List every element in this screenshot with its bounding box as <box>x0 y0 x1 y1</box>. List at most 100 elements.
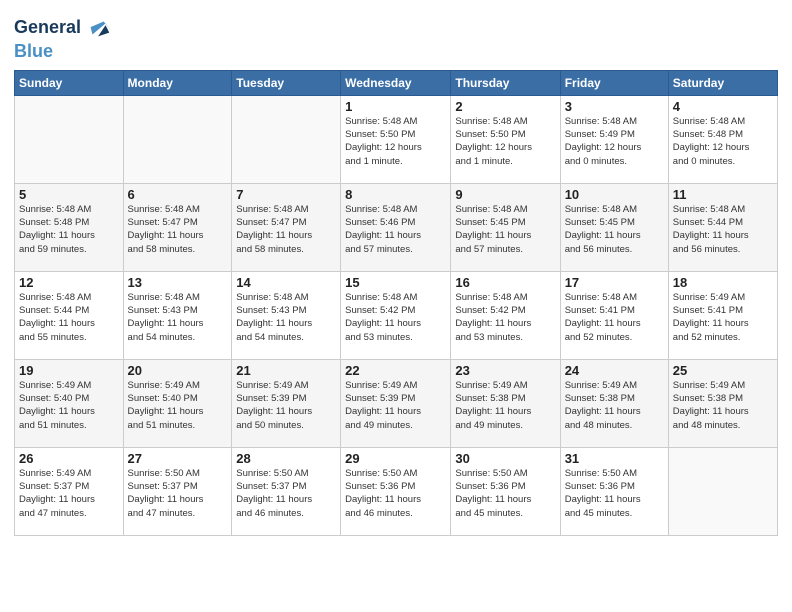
day-info: Sunrise: 5:48 AM Sunset: 5:50 PM Dayligh… <box>455 115 555 168</box>
day-cell: 4Sunrise: 5:48 AM Sunset: 5:48 PM Daylig… <box>668 95 777 183</box>
weekday-friday: Friday <box>560 70 668 95</box>
day-info: Sunrise: 5:48 AM Sunset: 5:42 PM Dayligh… <box>345 291 446 344</box>
day-cell: 22Sunrise: 5:49 AM Sunset: 5:39 PM Dayli… <box>341 359 451 447</box>
day-number: 31 <box>565 451 664 466</box>
logo-blue: Blue <box>14 42 113 62</box>
calendar: SundayMondayTuesdayWednesdayThursdayFrid… <box>14 70 778 536</box>
day-info: Sunrise: 5:48 AM Sunset: 5:49 PM Dayligh… <box>565 115 664 168</box>
day-cell <box>15 95 124 183</box>
weekday-saturday: Saturday <box>668 70 777 95</box>
day-number: 28 <box>236 451 336 466</box>
day-info: Sunrise: 5:48 AM Sunset: 5:41 PM Dayligh… <box>565 291 664 344</box>
day-number: 19 <box>19 363 119 378</box>
weekday-header-row: SundayMondayTuesdayWednesdayThursdayFrid… <box>15 70 778 95</box>
day-cell: 23Sunrise: 5:49 AM Sunset: 5:38 PM Dayli… <box>451 359 560 447</box>
day-info: Sunrise: 5:49 AM Sunset: 5:39 PM Dayligh… <box>236 379 336 432</box>
day-cell: 28Sunrise: 5:50 AM Sunset: 5:37 PM Dayli… <box>232 447 341 535</box>
day-number: 7 <box>236 187 336 202</box>
day-number: 10 <box>565 187 664 202</box>
day-number: 6 <box>128 187 228 202</box>
day-cell: 5Sunrise: 5:48 AM Sunset: 5:48 PM Daylig… <box>15 183 124 271</box>
weekday-tuesday: Tuesday <box>232 70 341 95</box>
day-cell: 25Sunrise: 5:49 AM Sunset: 5:38 PM Dayli… <box>668 359 777 447</box>
day-info: Sunrise: 5:48 AM Sunset: 5:42 PM Dayligh… <box>455 291 555 344</box>
day-cell: 27Sunrise: 5:50 AM Sunset: 5:37 PM Dayli… <box>123 447 232 535</box>
day-info: Sunrise: 5:49 AM Sunset: 5:38 PM Dayligh… <box>673 379 773 432</box>
week-row-1: 5Sunrise: 5:48 AM Sunset: 5:48 PM Daylig… <box>15 183 778 271</box>
day-info: Sunrise: 5:48 AM Sunset: 5:45 PM Dayligh… <box>455 203 555 256</box>
day-cell: 7Sunrise: 5:48 AM Sunset: 5:47 PM Daylig… <box>232 183 341 271</box>
day-cell <box>668 447 777 535</box>
day-info: Sunrise: 5:50 AM Sunset: 5:36 PM Dayligh… <box>455 467 555 520</box>
day-info: Sunrise: 5:48 AM Sunset: 5:44 PM Dayligh… <box>19 291 119 344</box>
day-info: Sunrise: 5:48 AM Sunset: 5:47 PM Dayligh… <box>236 203 336 256</box>
day-info: Sunrise: 5:48 AM Sunset: 5:48 PM Dayligh… <box>19 203 119 256</box>
day-info: Sunrise: 5:49 AM Sunset: 5:39 PM Dayligh… <box>345 379 446 432</box>
day-info: Sunrise: 5:49 AM Sunset: 5:38 PM Dayligh… <box>565 379 664 432</box>
day-info: Sunrise: 5:48 AM Sunset: 5:50 PM Dayligh… <box>345 115 446 168</box>
day-number: 14 <box>236 275 336 290</box>
day-cell: 10Sunrise: 5:48 AM Sunset: 5:45 PM Dayli… <box>560 183 668 271</box>
day-cell: 29Sunrise: 5:50 AM Sunset: 5:36 PM Dayli… <box>341 447 451 535</box>
day-number: 15 <box>345 275 446 290</box>
day-number: 5 <box>19 187 119 202</box>
day-number: 20 <box>128 363 228 378</box>
day-number: 25 <box>673 363 773 378</box>
day-info: Sunrise: 5:48 AM Sunset: 5:44 PM Dayligh… <box>673 203 773 256</box>
week-row-3: 19Sunrise: 5:49 AM Sunset: 5:40 PM Dayli… <box>15 359 778 447</box>
day-info: Sunrise: 5:49 AM Sunset: 5:40 PM Dayligh… <box>19 379 119 432</box>
day-info: Sunrise: 5:48 AM Sunset: 5:48 PM Dayligh… <box>673 115 773 168</box>
day-cell: 8Sunrise: 5:48 AM Sunset: 5:46 PM Daylig… <box>341 183 451 271</box>
day-info: Sunrise: 5:50 AM Sunset: 5:36 PM Dayligh… <box>565 467 664 520</box>
day-number: 3 <box>565 99 664 114</box>
logo-text: General <box>14 18 81 38</box>
day-number: 8 <box>345 187 446 202</box>
day-info: Sunrise: 5:48 AM Sunset: 5:46 PM Dayligh… <box>345 203 446 256</box>
page: General Blue SundayMondayTuesdayWednesda… <box>0 0 792 612</box>
day-cell: 13Sunrise: 5:48 AM Sunset: 5:43 PM Dayli… <box>123 271 232 359</box>
day-cell: 3Sunrise: 5:48 AM Sunset: 5:49 PM Daylig… <box>560 95 668 183</box>
day-cell: 12Sunrise: 5:48 AM Sunset: 5:44 PM Dayli… <box>15 271 124 359</box>
day-cell <box>232 95 341 183</box>
day-cell: 19Sunrise: 5:49 AM Sunset: 5:40 PM Dayli… <box>15 359 124 447</box>
day-number: 16 <box>455 275 555 290</box>
day-number: 21 <box>236 363 336 378</box>
day-info: Sunrise: 5:48 AM Sunset: 5:45 PM Dayligh… <box>565 203 664 256</box>
day-cell <box>123 95 232 183</box>
day-info: Sunrise: 5:50 AM Sunset: 5:36 PM Dayligh… <box>345 467 446 520</box>
day-number: 4 <box>673 99 773 114</box>
day-cell: 9Sunrise: 5:48 AM Sunset: 5:45 PM Daylig… <box>451 183 560 271</box>
weekday-thursday: Thursday <box>451 70 560 95</box>
day-number: 29 <box>345 451 446 466</box>
day-cell: 26Sunrise: 5:49 AM Sunset: 5:37 PM Dayli… <box>15 447 124 535</box>
weekday-sunday: Sunday <box>15 70 124 95</box>
day-info: Sunrise: 5:49 AM Sunset: 5:37 PM Dayligh… <box>19 467 119 520</box>
day-info: Sunrise: 5:48 AM Sunset: 5:43 PM Dayligh… <box>236 291 336 344</box>
day-number: 12 <box>19 275 119 290</box>
logo-icon <box>85 14 113 42</box>
day-info: Sunrise: 5:48 AM Sunset: 5:43 PM Dayligh… <box>128 291 228 344</box>
day-info: Sunrise: 5:49 AM Sunset: 5:40 PM Dayligh… <box>128 379 228 432</box>
day-cell: 30Sunrise: 5:50 AM Sunset: 5:36 PM Dayli… <box>451 447 560 535</box>
day-number: 13 <box>128 275 228 290</box>
day-cell: 31Sunrise: 5:50 AM Sunset: 5:36 PM Dayli… <box>560 447 668 535</box>
day-info: Sunrise: 5:50 AM Sunset: 5:37 PM Dayligh… <box>128 467 228 520</box>
week-row-4: 26Sunrise: 5:49 AM Sunset: 5:37 PM Dayli… <box>15 447 778 535</box>
day-cell: 17Sunrise: 5:48 AM Sunset: 5:41 PM Dayli… <box>560 271 668 359</box>
logo: General Blue <box>14 14 113 62</box>
day-number: 24 <box>565 363 664 378</box>
day-cell: 11Sunrise: 5:48 AM Sunset: 5:44 PM Dayli… <box>668 183 777 271</box>
day-number: 23 <box>455 363 555 378</box>
day-cell: 1Sunrise: 5:48 AM Sunset: 5:50 PM Daylig… <box>341 95 451 183</box>
day-cell: 21Sunrise: 5:49 AM Sunset: 5:39 PM Dayli… <box>232 359 341 447</box>
day-number: 17 <box>565 275 664 290</box>
week-row-2: 12Sunrise: 5:48 AM Sunset: 5:44 PM Dayli… <box>15 271 778 359</box>
weekday-monday: Monday <box>123 70 232 95</box>
day-cell: 6Sunrise: 5:48 AM Sunset: 5:47 PM Daylig… <box>123 183 232 271</box>
day-number: 18 <box>673 275 773 290</box>
day-number: 1 <box>345 99 446 114</box>
day-number: 2 <box>455 99 555 114</box>
day-cell: 14Sunrise: 5:48 AM Sunset: 5:43 PM Dayli… <box>232 271 341 359</box>
day-number: 30 <box>455 451 555 466</box>
day-cell: 15Sunrise: 5:48 AM Sunset: 5:42 PM Dayli… <box>341 271 451 359</box>
